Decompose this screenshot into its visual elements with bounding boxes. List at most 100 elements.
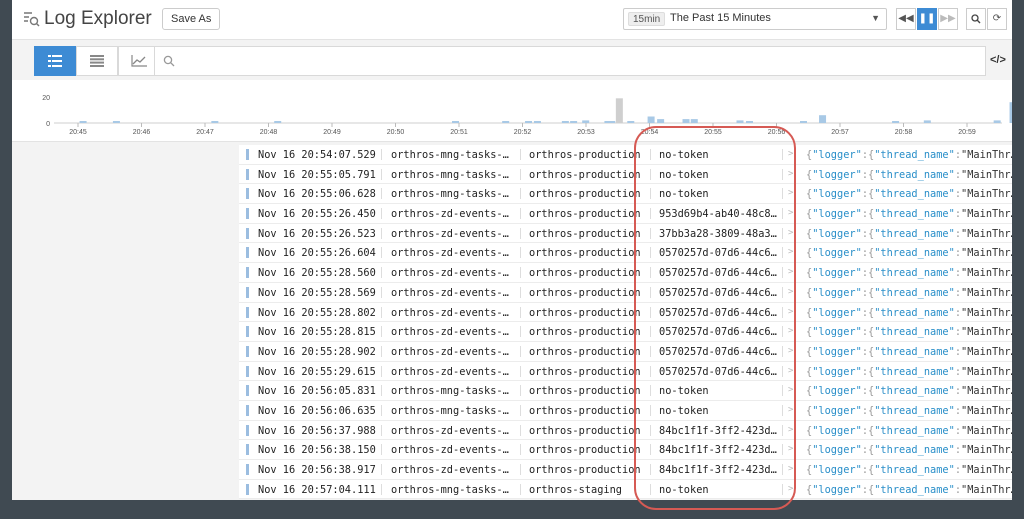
histogram-bar[interactable] [799,121,807,123]
refresh-button[interactable]: ⟳ [987,8,1007,30]
log-row[interactable]: Nov 16 20:55:28.569 orthros-zd-events-… or… [239,282,1012,303]
json-key: thread_name [880,227,949,240]
search-field[interactable] [154,46,986,76]
log-row[interactable]: Nov 16 20:54:07.529 orthros-mng-tasks-… or… [239,145,1012,165]
histogram-bar[interactable] [274,121,282,123]
search-toolbar [22,46,986,76]
code-toggle-button[interactable]: </> [990,54,1006,66]
log-row[interactable]: Nov 16 20:57:04.111 orthros-mng-tasks-… or… [239,479,1012,500]
json-value: MainThr… [967,286,1012,299]
json-value: MainThr… [967,365,1012,378]
histogram-bar[interactable] [627,121,635,123]
column-separator [381,464,382,475]
log-date: Nov 16 20:55:26.523 [258,227,376,240]
histogram-bar[interactable] [570,121,578,123]
log-row[interactable]: Nov 16 20:56:05.831 orthros-mng-tasks-… or… [239,381,1012,401]
histogram-bar[interactable] [892,121,900,123]
histogram-bar[interactable] [993,120,1001,123]
log-row[interactable]: Nov 16 20:55:26.604 orthros-zd-events-… or… [239,243,1012,264]
log-row[interactable]: Nov 16 20:55:28.815 orthros-zd-events-… or… [239,322,1012,342]
json-key: logger [818,404,856,417]
histogram-bar[interactable] [112,121,120,123]
histogram-bar[interactable] [690,119,698,123]
column-separator [520,306,521,318]
log-row[interactable]: Nov 16 20:55:05.791 orthros-mng-tasks-… or… [239,164,1012,185]
line-chart-icon [131,55,147,67]
column-separator [520,208,521,220]
zoom-button[interactable] [966,8,986,30]
json-value: MainThr… [967,168,1012,181]
pause-icon: ❚❚ [918,13,936,24]
log-service: orthros-staging [529,483,622,496]
search-input[interactable] [181,52,971,70]
json-value: MainThr… [967,404,1012,417]
histogram-bar[interactable] [615,98,623,123]
log-row[interactable]: Nov 16 20:55:28.902 orthros-zd-events-… or… [239,341,1012,362]
histogram-bar[interactable] [211,121,219,123]
x-tick-label: 20:46 [133,129,151,136]
log-date: Nov 16 20:56:06.635 [258,404,376,417]
log-row[interactable]: Nov 16 20:55:28.560 orthros-zd-events-… or… [239,263,1012,283]
log-host: orthros-zd-events-… [391,208,509,221]
histogram-bar[interactable] [736,120,744,123]
y-tick-label: 0 [46,121,50,128]
log-service: orthros-production [529,247,641,260]
pause-button[interactable]: ❚❚ [917,8,937,30]
histogram-bar[interactable] [1009,102,1012,123]
status-indicator [246,227,249,239]
histogram-bar[interactable] [608,121,616,123]
fast-forward-icon: ▶▶ [940,13,956,24]
save-as-button[interactable]: Save As [162,8,221,30]
log-message: {"logger":{"thread_name":"MainThr… [806,287,1012,299]
histogram-bar[interactable] [819,115,827,123]
log-row[interactable]: Nov 16 20:56:38.917 orthros-zd-events-… or… [239,460,1012,480]
histogram-bar[interactable] [533,121,541,123]
histogram-bar[interactable] [79,121,87,123]
log-message: {"logger":{"thread_name":"MainThr… [806,307,1012,319]
log-row[interactable]: Nov 16 20:55:26.450 orthros-zd-events-… or… [239,204,1012,224]
json-key: logger [818,385,856,398]
column-separator [381,424,382,436]
json-key: logger [818,326,856,339]
log-row[interactable]: Nov 16 20:55:26.523 orthros-zd-events-… or… [239,223,1012,244]
json-value: MainThr… [967,483,1012,496]
log-service: orthros-production [529,365,641,378]
histogram-bar[interactable] [561,121,569,123]
histogram-bar[interactable] [746,121,754,123]
log-row[interactable]: Nov 16 20:55:06.628 orthros-mng-tasks-… or… [239,184,1012,205]
log-row[interactable]: Nov 16 20:55:29.615 orthros-zd-events-… or… [239,361,1012,382]
json-key: thread_name [880,483,949,496]
list-view-button[interactable] [34,46,76,76]
compact-view-button[interactable] [76,46,118,76]
histogram-bar[interactable] [502,121,510,123]
log-row[interactable]: Nov 16 20:56:06.635 orthros-mng-tasks-… or… [239,400,1012,421]
json-value: MainThr… [967,424,1012,437]
fast-forward-button[interactable]: ▶▶ [938,8,958,30]
column-separator [520,385,521,397]
log-service: orthros-production [529,267,641,280]
log-list: Nov 16 20:54:07.529 orthros-mng-tasks-… or… [239,145,1012,500]
log-row[interactable]: Nov 16 20:56:37.988 orthros-zd-events-… or… [239,420,1012,441]
log-date: Nov 16 20:55:28.815 [258,326,376,339]
histogram-bar[interactable] [452,121,460,123]
column-separator [520,444,521,456]
x-tick-label: 20:57 [831,129,849,136]
histogram-bar[interactable] [682,119,690,123]
json-key: logger [818,424,856,437]
histogram-bar[interactable] [923,120,931,123]
histogram-bar[interactable] [657,119,665,123]
histogram-bar[interactable] [525,121,533,123]
rewind-button[interactable]: ◀◀ [896,8,916,30]
log-row[interactable]: Nov 16 20:55:28.802 orthros-zd-events-… or… [239,302,1012,323]
column-separator [381,208,382,220]
log-date: Nov 16 20:56:05.831 [258,385,376,398]
histogram-bar[interactable] [647,116,655,124]
histogram-bar[interactable] [582,120,590,123]
time-range-select[interactable]: 15min The Past 15 Minutes ▼ [623,8,887,30]
log-host: orthros-zd-events-… [391,424,509,437]
log-row[interactable]: Nov 16 20:56:38.150 orthros-zd-events-… or… [239,440,1012,460]
log-service: orthros-production [529,149,641,161]
log-host: orthros-zd-events-… [391,306,509,319]
log-service: orthros-production [529,208,641,221]
x-tick-label: 20:53 [577,129,595,136]
